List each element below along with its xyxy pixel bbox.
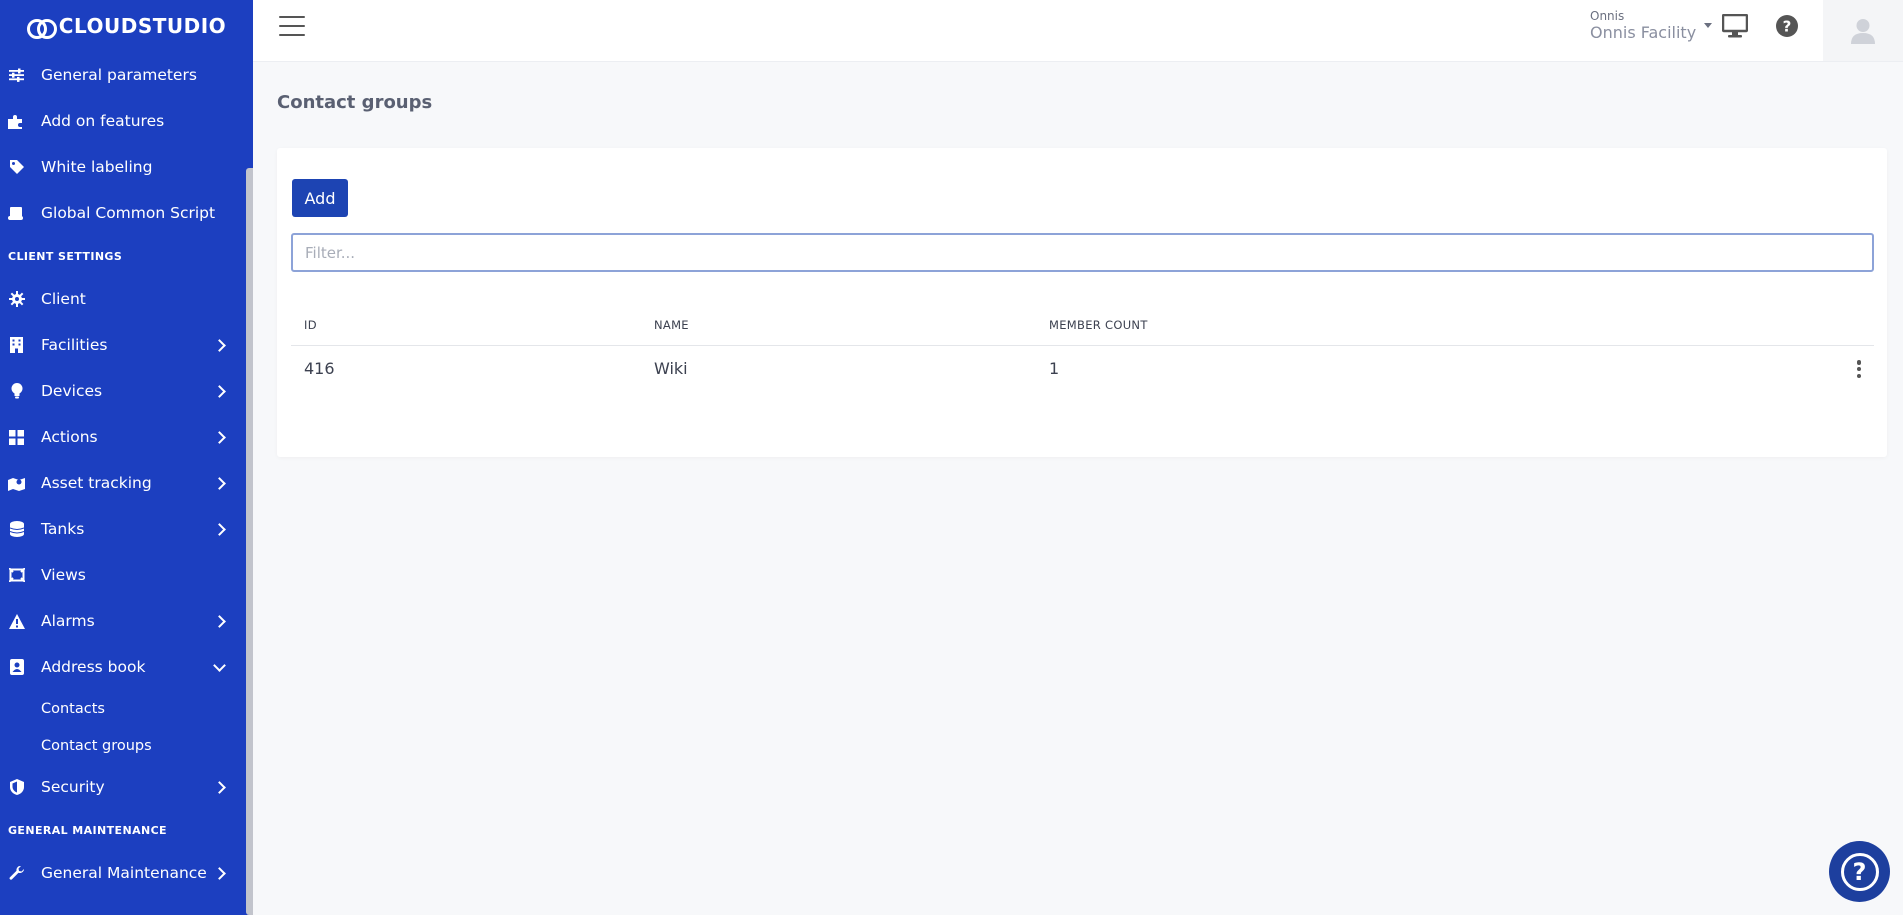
section-header-general-maintenance: GENERAL MAINTENANCE	[8, 823, 167, 837]
map-marker-icon	[8, 475, 25, 492]
sidebar-item-label: General Maintenance	[41, 864, 207, 882]
row-actions-kebab-icon[interactable]	[1851, 358, 1867, 380]
address-book-icon	[8, 659, 25, 676]
frame-icon	[8, 567, 25, 584]
monitor-icon[interactable]	[1721, 13, 1749, 42]
bulb-icon	[8, 383, 25, 400]
sidebar-item-label: Address book	[41, 658, 146, 676]
chevron-right-icon	[213, 430, 226, 444]
sidebar-item-actions[interactable]: Actions	[0, 414, 246, 460]
chevron-down-icon	[213, 658, 226, 672]
cell-id: 416	[304, 359, 335, 378]
column-header-name[interactable]: NAME	[654, 318, 689, 332]
sidebar-item-address-book[interactable]: Address book	[0, 644, 246, 690]
sidebar-item-views[interactable]: Views	[0, 552, 246, 598]
grid-icon	[8, 429, 25, 446]
cloud-logo-icon	[26, 17, 57, 39]
chevron-right-icon	[213, 866, 226, 880]
cell-name: Wiki	[654, 359, 688, 378]
section-header-client-settings: CLIENT SETTINGS	[8, 249, 123, 263]
sidebar-item-label: Client	[41, 290, 86, 308]
chevron-right-icon	[213, 780, 226, 794]
sidebar-item-global-common-script[interactable]: Global Common Script	[0, 190, 246, 236]
help-icon[interactable]: ?	[1775, 14, 1799, 42]
caret-down-icon	[1704, 23, 1713, 28]
question-icon: ?	[1840, 852, 1879, 891]
user-avatar-icon	[1851, 18, 1875, 44]
chevron-right-icon	[213, 614, 226, 628]
warning-icon	[8, 613, 25, 630]
sidebar-nav: General parameters Add on features White…	[0, 52, 246, 896]
add-button[interactable]: Add	[292, 179, 348, 217]
chevron-right-icon	[213, 384, 226, 398]
help-fab-button[interactable]: ?	[1829, 841, 1890, 902]
brand-logo[interactable]: CLOUDSTUDIO	[0, 0, 253, 52]
shield-icon	[8, 779, 25, 796]
sidebar-item-label: Add on features	[41, 112, 165, 130]
sidebar-subitem-contacts[interactable]: Contacts	[0, 690, 246, 727]
chevron-right-icon	[213, 522, 226, 536]
sidebar-item-label: General parameters	[41, 66, 197, 84]
building-icon	[8, 337, 25, 354]
sidebar-item-general-maintenance[interactable]: General Maintenance	[0, 850, 246, 896]
chevron-right-icon	[213, 476, 226, 490]
wrench-icon	[8, 865, 25, 882]
user-avatar[interactable]	[1823, 0, 1903, 61]
sidebar-item-asset-tracking[interactable]: Asset tracking	[0, 460, 246, 506]
database-icon	[8, 521, 25, 538]
hamburger-menu-icon[interactable]	[279, 16, 305, 38]
sidebar-item-tanks[interactable]: Tanks	[0, 506, 246, 552]
sidebar-item-label: Facilities	[41, 336, 108, 354]
sidebar-item-label: Security	[41, 778, 105, 796]
sidebar-item-alarms[interactable]: Alarms	[0, 598, 246, 644]
facility-selector[interactable]: Onnis Onnis Facility	[1590, 9, 1713, 42]
facility-name: Onnis Facility	[1590, 23, 1697, 42]
sliders-icon	[8, 67, 25, 84]
column-header-member-count[interactable]: MEMBER COUNT	[1049, 318, 1148, 332]
gear-icon	[8, 291, 25, 308]
scroll-icon	[8, 205, 25, 222]
brand-name: CLOUDSTUDIO	[58, 14, 227, 38]
filter-input[interactable]	[291, 233, 1874, 272]
page-title: Contact groups	[277, 92, 433, 113]
sidebar-item-client[interactable]: Client	[0, 276, 246, 322]
sidebar-subitem-contact-groups[interactable]: Contact groups	[0, 727, 246, 764]
sidebar-item-label: Global Common Script	[41, 204, 216, 222]
sidebar-item-white-labeling[interactable]: White labeling	[0, 144, 246, 190]
sidebar-item-add-on-features[interactable]: Add on features	[0, 98, 246, 144]
user-name: Onnis	[1590, 9, 1625, 23]
tag-icon	[8, 159, 25, 176]
sidebar-item-label: Tanks	[41, 520, 85, 538]
sidebar: CLOUDSTUDIO General parameters Add on fe…	[0, 0, 253, 915]
puzzle-icon	[8, 113, 25, 130]
top-bar: Onnis Onnis Facility ?	[253, 0, 1903, 62]
sidebar-item-label: Alarms	[41, 612, 95, 630]
sidebar-item-security[interactable]: Security	[0, 764, 246, 810]
contact-groups-card: Add ID NAME MEMBER COUNT 416 Wiki 1	[277, 148, 1887, 457]
sidebar-item-label: Asset tracking	[41, 474, 152, 492]
sidebar-item-label: Views	[41, 566, 86, 584]
svg-text:?: ?	[1783, 18, 1792, 36]
column-header-id[interactable]: ID	[304, 318, 317, 332]
sidebar-item-label: White labeling	[41, 158, 153, 176]
cell-member-count: 1	[1049, 359, 1060, 378]
sidebar-item-label: Devices	[41, 382, 103, 400]
sidebar-scrollbar[interactable]	[246, 168, 253, 915]
table-divider	[291, 345, 1874, 346]
sidebar-item-devices[interactable]: Devices	[0, 368, 246, 414]
sidebar-item-general-parameters[interactable]: General parameters	[0, 52, 246, 98]
chevron-right-icon	[213, 338, 226, 352]
sidebar-item-facilities[interactable]: Facilities	[0, 322, 246, 368]
sidebar-item-label: Actions	[41, 428, 98, 446]
